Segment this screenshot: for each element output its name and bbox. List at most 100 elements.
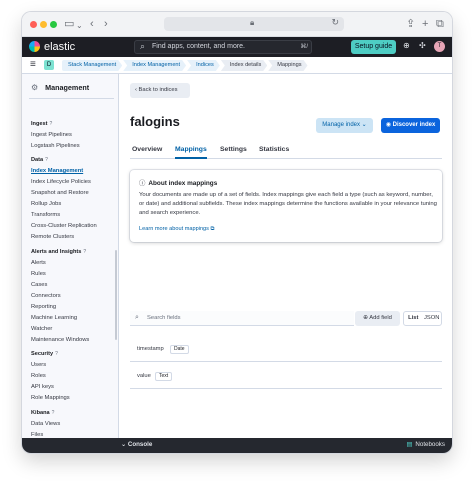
sidebar-item-maintenance-windows[interactable]: Maintenance Windows [31,335,116,346]
sidebar-item-index-management[interactable]: Index Management [31,166,116,177]
callout-text: Your documents are made up of a set of f… [139,192,437,216]
question-icon[interactable]: ? [55,351,58,357]
brand-name[interactable]: elastic [44,41,75,53]
question-icon[interactable]: ? [83,249,86,255]
search-shortcut: ⌘/ [300,44,308,50]
sidebar-item-rollup-jobs[interactable]: Rollup Jobs [31,199,116,210]
user-avatar[interactable]: T [434,41,445,52]
share-icon[interactable]: ⇪ [406,17,415,31]
sidebar-group-heading: Security? [31,349,116,360]
sidebar-group-heading: Alerts and Insights? [31,247,116,258]
setup-guide-button[interactable]: Setup guide [351,40,396,54]
breadcrumb-index-management[interactable]: Index Management [123,60,186,71]
tab-overview-icon[interactable]: ⧉ [436,17,444,31]
divider [29,98,114,99]
sidebar-group-label: Data [31,157,44,163]
sidebar-item-ingest-pipelines[interactable]: Ingest Pipelines [31,130,116,141]
info-icon: ⓘ [139,180,146,187]
sidebar-item-remote-clusters[interactable]: Remote Clusters [31,232,116,243]
table-row[interactable]: value Text [130,363,442,389]
tab-mappings[interactable]: Mappings [175,144,207,159]
external-link-icon: ⧉ [210,226,215,232]
add-field-label: Add field [369,315,392,321]
back-arrow-icon[interactable]: ‹ [90,17,94,31]
chevron-down-icon: ⌄ [361,122,367,128]
learn-more-label: Learn more about mappings [139,226,209,232]
address-bar[interactable]: 🔒︎ ↻ [164,17,344,31]
sidebar-title-text: Management [45,83,90,92]
news-feed-icon[interactable]: ✣ [419,41,426,50]
kibana-header: elastic ⌕ Find apps, content, and more. … [22,37,452,57]
browser-window: ▭ ⌄ ‹ › 🔒︎ ↻ ⇪ + ⧉ elastic ⌕ Find apps, … [22,12,452,453]
search-icon: ⌕ [135,314,139,321]
console-toggle[interactable]: ⌄ Console [121,441,152,448]
lock-icon: 🔒︎ [250,18,255,27]
space-avatar[interactable]: D [44,60,54,70]
sidebar-item-watcher[interactable]: Watcher [31,324,116,335]
sidebar-item-logstash-pipelines[interactable]: Logstash Pipelines [31,141,116,152]
table-row[interactable]: timestamp Date [130,336,442,362]
sidebar-item-files[interactable]: Files [31,430,116,439]
console-bar[interactable]: ⌄ Console ▤ Notebooks [22,438,452,453]
minimize-window-button[interactable] [40,21,47,28]
tab-statistics[interactable]: Statistics [259,144,289,159]
notebooks-button[interactable]: ▤ Notebooks [407,441,445,448]
help-icon[interactable]: ⊕ [403,41,410,50]
search-icon: ⌕ [140,41,146,51]
tab-overview[interactable]: Overview [132,144,162,159]
sidebar-item-rules[interactable]: Rules [31,269,116,280]
list-view-button[interactable]: List [404,312,423,325]
question-icon[interactable]: ? [45,157,48,163]
sidebar-item-snapshot-and-restore[interactable]: Snapshot and Restore [31,188,116,199]
add-field-button[interactable]: ⊕ Add field [355,311,400,326]
breadcrumb-indices[interactable]: Indices [187,60,220,71]
sidebar-item-connectors[interactable]: Connectors [31,291,116,302]
sidebar-group-label: Ingest [31,120,48,127]
search-fields-input[interactable]: ⌕ Search fields [130,311,354,326]
menu-icon[interactable]: ≡ [30,59,36,70]
search-fields-placeholder: Search fields [147,315,181,321]
sidebar-item-users[interactable]: Users [31,360,116,371]
manage-index-button[interactable]: Manage index ⌄ [316,118,373,133]
question-icon[interactable]: ? [52,410,55,416]
sidebar-scrollbar[interactable] [115,250,117,340]
close-window-button[interactable] [30,21,37,28]
new-tab-icon[interactable]: + [422,17,428,31]
field-name: value [137,373,151,379]
sidebar-item-roles[interactable]: Roles [31,371,116,382]
sidebar-nav: Ingest? Ingest Pipelines Logstash Pipeline… [31,115,116,438]
sidebar-group-label: Security [31,351,54,357]
sidebar-toggle-icon[interactable]: ▭ [64,17,74,31]
sidebar-item-alerts[interactable]: Alerts [31,258,116,269]
sidebar-item-data-views[interactable]: Data Views [31,419,116,430]
sidebar-item-role-mappings[interactable]: Role Mappings [31,393,116,404]
learn-more-link[interactable]: Learn more about mappings ⧉ [139,226,215,233]
global-search-input[interactable]: ⌕ Find apps, content, and more. ⌘/ [134,40,312,54]
sidebar-item-cases[interactable]: Cases [31,280,116,291]
sidebar-title: ⚙︎ Management [31,83,89,92]
sidebar-group-label: Kibana [31,409,50,416]
sidebar-item-api-keys[interactable]: API keys [31,382,116,393]
discover-index-button[interactable]: ◉ Discover index [381,118,440,133]
breadcrumb-stack-management[interactable]: Stack Management [62,60,122,71]
reload-icon[interactable]: ↻ [331,17,339,28]
question-icon[interactable]: ? [49,121,52,127]
sidebar-item-cross-cluster-replication[interactable]: Cross-Cluster Replication [31,221,116,232]
breadcrumb-mappings: Mappings [268,60,307,71]
sidebar-item-transforms[interactable]: Transforms [31,210,116,221]
view-toggle: List JSON [403,311,442,326]
discover-index-label: Discover index [392,122,436,128]
zoom-window-button[interactable] [50,21,57,28]
sidebar-item-index-lifecycle-policies[interactable]: Index Lifecycle Policies [31,177,116,188]
back-to-indices-button[interactable]: ‹ Back to indices [130,83,190,98]
sidebar-item-machine-learning[interactable]: Machine Learning [31,313,116,324]
breadcrumb-index-details[interactable]: Index details [221,60,267,71]
chevron-down-icon[interactable]: ⌄ [76,19,83,33]
fields-toolbar: ⌕ Search fields ⊕ Add field List JSON [130,311,442,326]
forward-arrow-icon[interactable]: › [104,17,108,31]
sidebar-item-reporting[interactable]: Reporting [31,302,116,313]
tab-settings[interactable]: Settings [220,144,247,159]
json-view-button[interactable]: JSON [423,312,442,325]
gear-icon: ⚙︎ [31,83,39,92]
elastic-logo-icon[interactable] [29,41,40,52]
